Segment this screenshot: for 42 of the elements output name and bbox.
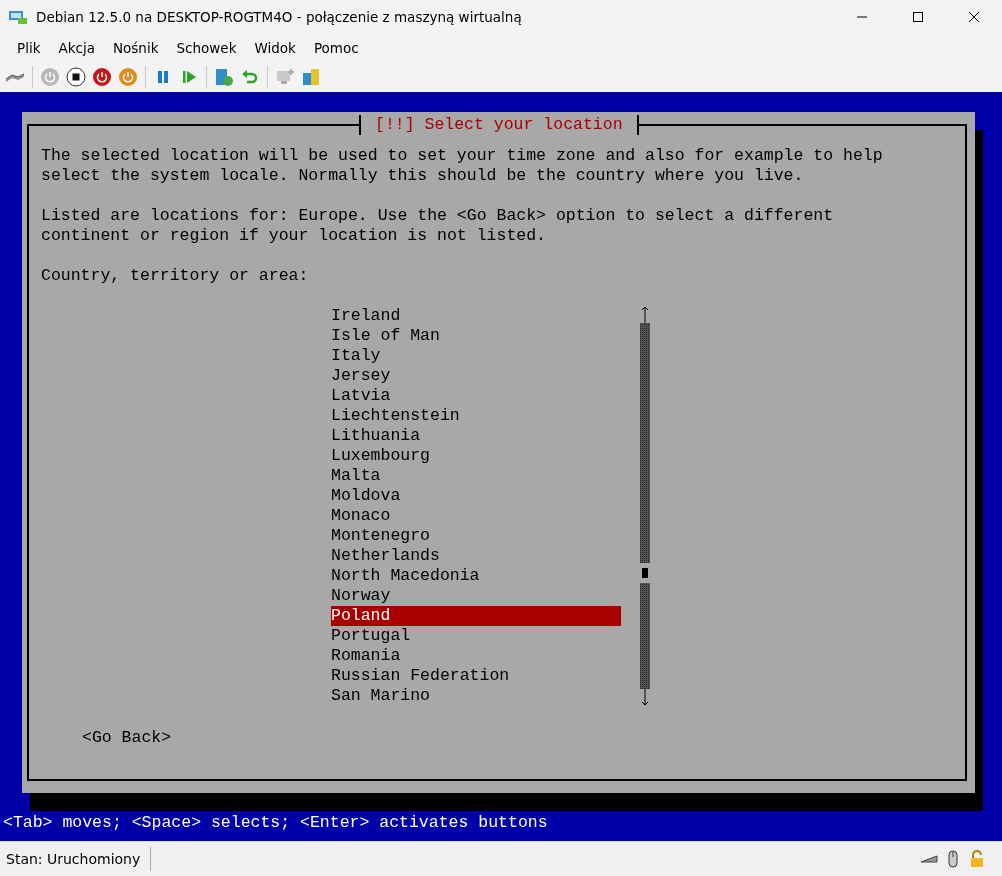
close-icon[interactable] [968, 11, 980, 23]
country-list-item[interactable]: Luxembourg [331, 445, 621, 466]
status-text: Stan: Uruchomiony [0, 847, 152, 871]
dialog-text: The selected location will be used to set your time zone and also for example to help select the system locale. Normally this should be the country where you live. [41, 145, 884, 186]
dialog-title: [!!] Select your location [359, 114, 639, 135]
lock-icon [968, 850, 986, 868]
window-title: Debian 12.5.0 na DESKTOP-ROGTM4O - połączenie z maszyną wirtualną [36, 9, 523, 25]
menu-item[interactable]: Schowek [167, 40, 246, 56]
virtual-machine-icon [8, 9, 28, 25]
country-list-item[interactable]: Latvia [331, 385, 621, 406]
country-list-item[interactable]: Malta [331, 465, 621, 486]
country-list-item[interactable]: San Marino [331, 685, 621, 706]
scrollbar[interactable] [638, 305, 652, 706]
power-icon[interactable] [91, 65, 113, 88]
country-list-item[interactable]: Jersey [331, 365, 621, 386]
dialog-text: Listed are locations for: Europe. Use the <Go Back> option to select a different continent or region if your location is not listed. [41, 205, 835, 246]
maximize-icon[interactable] [912, 11, 924, 23]
go-back-button[interactable]: <Go Back> [81, 727, 173, 748]
menu-item[interactable]: Plik [8, 40, 50, 56]
country-list-item[interactable]: Montenegro [331, 525, 621, 546]
country-list-item[interactable]: Portugal [331, 625, 621, 646]
country-list-item[interactable]: Liechtenstein [331, 405, 621, 426]
country-list-item[interactable]: Moldova [331, 485, 621, 506]
menu-item[interactable]: Akcja [49, 40, 104, 56]
menu-item[interactable]: Nośnik [103, 40, 168, 56]
country-list-item[interactable]: Italy [331, 345, 621, 366]
country-list-item[interactable]: Norway [331, 585, 621, 606]
key-hint-text: <Tab> moves; <Space> selects; <Enter> activates buttons [2, 813, 549, 834]
menu-item[interactable]: Pomoc [304, 40, 368, 56]
country-list-item[interactable]: Monaco [331, 505, 621, 526]
stop-icon[interactable] [65, 65, 87, 88]
power-icon[interactable] [117, 65, 139, 88]
country-list-item[interactable]: Poland [331, 605, 621, 626]
menu-item[interactable]: Widok [245, 40, 305, 56]
country-list-item[interactable]: Russian Federation [331, 665, 621, 686]
country-list-item[interactable]: Romania [331, 645, 621, 666]
country-list-item[interactable]: North Macedonia [331, 565, 621, 586]
dialog-text: Country, territory or area: [41, 265, 310, 286]
country-list-item[interactable]: Isle of Man [331, 325, 621, 346]
country-list-item[interactable]: Netherlands [331, 545, 621, 566]
country-list-item[interactable]: Ireland [331, 305, 621, 326]
country-list-item[interactable]: Lithuania [331, 425, 621, 446]
